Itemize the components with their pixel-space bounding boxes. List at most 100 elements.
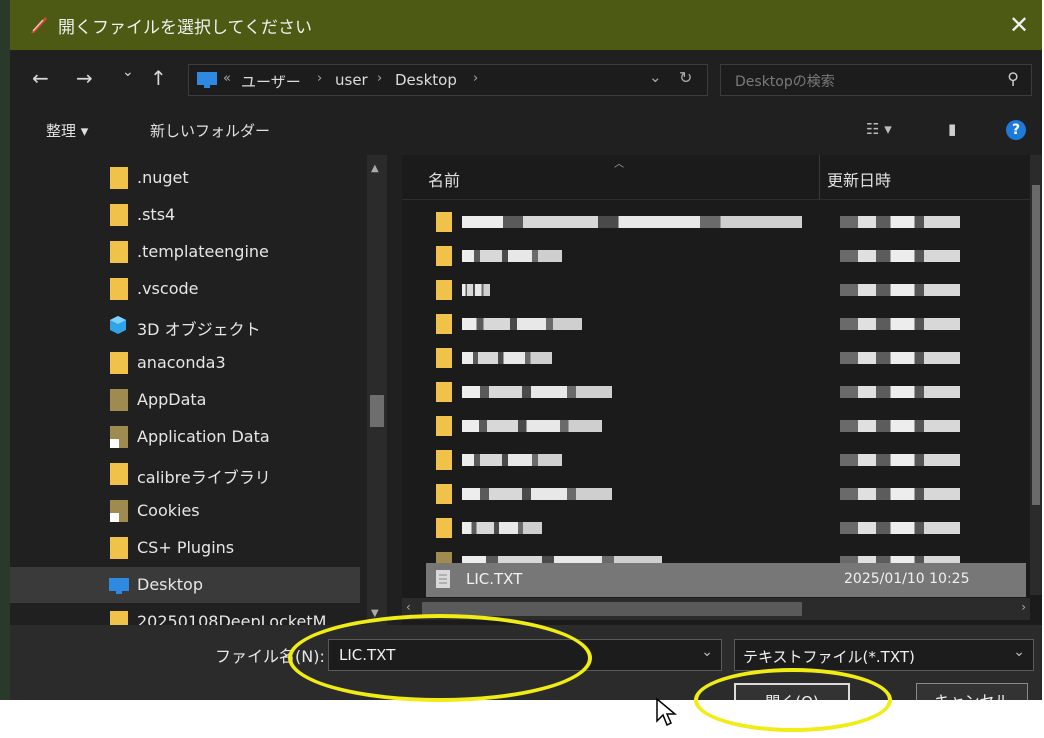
- address-dropdown[interactable]: ⌄: [649, 68, 662, 86]
- open-file-dialog: 開くファイルを選択してください ✕ ← → ⌄ ↑ « ユーザー › user …: [10, 0, 1042, 700]
- redacted-date: [840, 318, 960, 330]
- file-row-redacted[interactable]: [422, 205, 1022, 239]
- nav-item-label: .nuget: [137, 168, 189, 187]
- navigation-bar: ← → ⌄ ↑ « ユーザー › user › Desktop › ⌄ ↻ De…: [10, 58, 1042, 102]
- folder-icon: [436, 348, 452, 368]
- highlight-ellipse-open: [694, 668, 892, 732]
- redacted-name: [462, 488, 612, 500]
- back-button[interactable]: ←: [32, 66, 49, 90]
- search-box[interactable]: Desktopの検索 ⚲: [720, 64, 1032, 96]
- nav-item-sts4[interactable]: .sts4: [10, 197, 360, 233]
- file-row-redacted[interactable]: [422, 511, 1022, 545]
- file-list-scrollbar[interactable]: [1030, 155, 1042, 595]
- address-overflow[interactable]: «: [223, 71, 231, 86]
- new-folder-button[interactable]: 新しいフォルダー: [150, 120, 270, 141]
- breadcrumb-separator: ›: [317, 71, 323, 86]
- scroll-up-icon[interactable]: ▲: [371, 163, 379, 174]
- file-row-redacted[interactable]: [422, 409, 1022, 443]
- navigation-pane: .nuget .sts4 .templateengine .vscode 3D …: [10, 155, 390, 625]
- file-row-redacted[interactable]: [422, 239, 1022, 273]
- file-row-redacted[interactable]: [422, 375, 1022, 409]
- file-row-redacted[interactable]: [422, 443, 1022, 477]
- scrollbar-thumb[interactable]: [1032, 185, 1040, 505]
- folder-icon: [436, 450, 452, 470]
- recent-locations-button[interactable]: ⌄: [122, 64, 134, 80]
- redacted-date: [840, 250, 960, 262]
- close-button[interactable]: ✕: [996, 0, 1042, 50]
- navigation-pane-scrollbar[interactable]: ▲ ▼: [367, 155, 387, 625]
- nav-item-cs-plugins[interactable]: CS+ Plugins: [10, 530, 360, 566]
- redacted-name: [462, 250, 562, 262]
- redacted-date: [840, 352, 960, 364]
- file-row-redacted[interactable]: [422, 273, 1022, 307]
- filetype-select[interactable]: テキストファイル(*.TXT) ⌄: [734, 639, 1034, 671]
- scroll-right-icon[interactable]: ›: [1021, 600, 1026, 614]
- redacted-name: [462, 318, 582, 330]
- nav-item-3d-objects[interactable]: 3D オブジェクト: [10, 308, 360, 344]
- file-row-redacted[interactable]: [422, 307, 1022, 341]
- breadcrumb-users[interactable]: ユーザー: [241, 71, 301, 92]
- redacted-date: [840, 386, 960, 398]
- scrollbar-thumb[interactable]: [370, 395, 384, 427]
- forward-button[interactable]: →: [76, 66, 93, 90]
- folder-icon: [110, 241, 128, 263]
- nav-item-appdata[interactable]: AppData: [10, 382, 360, 418]
- nav-item-label: Application Data: [137, 427, 270, 446]
- folder-icon: [436, 382, 452, 402]
- breadcrumb-desktop[interactable]: Desktop: [395, 71, 457, 89]
- redacted-name: [462, 522, 542, 534]
- nav-item-anaconda3[interactable]: anaconda3: [10, 345, 360, 381]
- chevron-down-icon[interactable]: ⌄: [1013, 644, 1025, 660]
- cancel-button[interactable]: キャンセル: [916, 683, 1028, 700]
- help-icon[interactable]: ?: [1006, 120, 1026, 140]
- file-name: LIC.TXT: [466, 570, 523, 588]
- file-row-redacted[interactable]: [422, 341, 1022, 375]
- sort-indicator-icon: ︿: [614, 159, 624, 170]
- folder-icon: [110, 537, 128, 559]
- file-row-redacted[interactable]: [422, 477, 1022, 511]
- column-header-name[interactable]: 名前: [428, 167, 460, 191]
- background-window-edge: [0, 0, 10, 738]
- search-icon[interactable]: ⚲: [1007, 69, 1019, 88]
- nav-item-calibre[interactable]: calibreライブラリ: [10, 456, 360, 492]
- organize-button[interactable]: 整理 ▾: [46, 120, 88, 141]
- nav-item-label: CS+ Plugins: [137, 538, 235, 557]
- refresh-button[interactable]: ↻: [679, 68, 692, 87]
- nav-item-label: Cookies: [137, 501, 200, 520]
- scrollbar-thumb[interactable]: [422, 602, 802, 616]
- breadcrumb-user[interactable]: user: [335, 71, 368, 89]
- folder-icon: [110, 463, 128, 485]
- redacted-date: [840, 420, 960, 432]
- preview-pane-icon[interactable]: ▮: [948, 120, 956, 138]
- nav-item-label: calibreライブラリ: [137, 468, 271, 487]
- redacted-date: [840, 454, 960, 466]
- file-row-selected[interactable]: LIC.TXT 2025/01/10 10:25: [426, 563, 1026, 597]
- scroll-left-icon[interactable]: ‹: [406, 600, 411, 614]
- folder-icon: [110, 204, 128, 226]
- nav-item-application-data[interactable]: Application Data: [10, 419, 360, 455]
- nav-item-cookies[interactable]: Cookies: [10, 493, 360, 529]
- redacted-name: [462, 454, 562, 466]
- folder-icon: [110, 167, 128, 189]
- nav-item-vscode[interactable]: .vscode: [10, 271, 360, 307]
- nav-item-label: Desktop: [137, 575, 203, 594]
- mouse-cursor-icon: [656, 697, 677, 727]
- view-options-icon[interactable]: ☷ ▾: [866, 120, 892, 138]
- nav-item-label: anaconda3: [137, 353, 226, 372]
- nav-item-desktop[interactable]: Desktop: [10, 567, 360, 603]
- nav-item-templateengine[interactable]: .templateengine: [10, 234, 360, 270]
- highlight-ellipse-filename: [288, 614, 592, 702]
- redacted-date: [840, 522, 960, 534]
- dialog-title: 開くファイルを選択してください: [58, 18, 312, 38]
- text-file-icon: [436, 570, 450, 588]
- nav-item-deeplocket[interactable]: 20250108DeepLocketM: [10, 604, 360, 625]
- folder-icon: [436, 246, 452, 266]
- column-header-modified[interactable]: 更新日時: [827, 167, 891, 191]
- nav-item-nuget[interactable]: .nuget: [10, 160, 360, 196]
- chevron-down-icon[interactable]: ⌄: [701, 644, 713, 660]
- redacted-name: [462, 420, 602, 432]
- address-bar[interactable]: « ユーザー › user › Desktop › ⌄ ↻: [188, 64, 708, 96]
- redacted-name: [462, 386, 612, 398]
- up-button[interactable]: ↑: [150, 66, 167, 90]
- title-bar[interactable]: 開くファイルを選択してください ✕: [10, 0, 1042, 50]
